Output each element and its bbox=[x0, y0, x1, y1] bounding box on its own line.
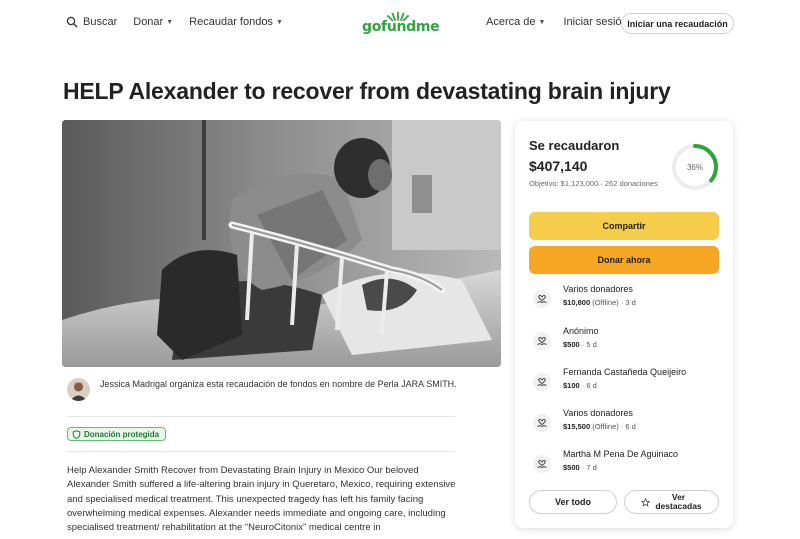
donation-item: Fernanda Castañeda Queijeiro $100 · 6 d bbox=[533, 367, 723, 397]
nav-left: Buscar Donar ▼ Recaudar fondos ▼ bbox=[66, 16, 299, 28]
divider bbox=[67, 416, 455, 417]
start-fundraiser-button[interactable]: Iniciar una recaudación bbox=[621, 13, 734, 34]
search-label: Buscar bbox=[83, 16, 118, 28]
donation-item: Anónimo $500 · 5 d bbox=[533, 326, 723, 356]
donation-item: Varios donadores $10,800 (Offline) · 3 d bbox=[533, 284, 723, 314]
raised-amount: $407,140 bbox=[529, 158, 588, 174]
organizer-avatar[interactable] bbox=[67, 378, 90, 401]
about-menu-label: Acerca de bbox=[486, 16, 536, 28]
star-icon bbox=[640, 497, 650, 507]
site-header: Buscar Donar ▼ Recaudar fondos ▼ gofundm… bbox=[0, 0, 800, 48]
donation-item: Martha M Pena De Aguinaco $500 · 7 d bbox=[533, 449, 723, 479]
fundraise-menu[interactable]: Recaudar fondos ▼ bbox=[189, 16, 283, 28]
campaign-photo[interactable] bbox=[62, 120, 501, 367]
donation-heart-hand-icon bbox=[533, 455, 551, 473]
login-link[interactable]: Iniciar sesión bbox=[563, 16, 627, 28]
page-title: HELP Alexander to recover from devastati… bbox=[63, 78, 671, 104]
logo-text: gofundme bbox=[362, 19, 440, 35]
see-top-button[interactable]: Ver destacadas bbox=[624, 490, 719, 514]
fundraise-menu-label: Recaudar fondos bbox=[189, 16, 273, 28]
donation-amount: $500 bbox=[563, 463, 580, 472]
chevron-down-icon: ▼ bbox=[538, 18, 546, 26]
login-label: Iniciar sesión bbox=[563, 16, 628, 28]
donate-menu[interactable]: Donar ▼ bbox=[133, 16, 173, 28]
progress-percent: 36% bbox=[686, 162, 703, 172]
campaign-photo-image bbox=[62, 120, 501, 367]
donation-amount: $10,800 bbox=[563, 298, 591, 307]
goal-and-donations: Objetivo: $1,123,000 · 262 donaciones bbox=[529, 179, 658, 188]
donation-meta: $10,800 (Offline) · 3 d bbox=[563, 298, 636, 307]
see-top-label: Ver destacadas bbox=[655, 492, 702, 511]
see-all-button[interactable]: Ver todo bbox=[529, 490, 617, 514]
donor-name: Fernanda Castañeda Queijeiro bbox=[563, 367, 687, 377]
search-icon bbox=[66, 16, 78, 28]
share-button[interactable]: Compartir bbox=[529, 212, 719, 240]
donation-heart-hand-icon bbox=[533, 290, 551, 308]
chevron-down-icon: ▼ bbox=[275, 18, 283, 26]
shield-icon bbox=[72, 429, 81, 439]
protected-label: Donación protegida bbox=[84, 429, 160, 439]
donation-meta: $500 · 7 d bbox=[563, 463, 597, 472]
gofundme-logo[interactable]: gofundme bbox=[362, 11, 440, 37]
divider bbox=[67, 451, 455, 452]
donation-meta: $100 · 6 d bbox=[563, 381, 597, 390]
donation-heart-hand-icon bbox=[533, 332, 551, 350]
donor-name: Varios donadores bbox=[563, 408, 633, 418]
organizer-info: Jessica Madrigal organiza esta recaudaci… bbox=[67, 378, 467, 401]
donate-menu-label: Donar bbox=[133, 16, 164, 28]
search-button[interactable]: Buscar bbox=[66, 16, 117, 28]
donor-name: Martha M Pena De Aguinaco bbox=[563, 449, 679, 459]
donor-name: Varios donadores bbox=[563, 284, 633, 294]
raised-label: Se recaudaron bbox=[529, 138, 620, 153]
donor-name: Anónimo bbox=[563, 326, 599, 336]
donation-item: Varios donadores $15,500 (Offline) · 6 d bbox=[533, 408, 723, 438]
donation-detail: · 6 d bbox=[579, 381, 597, 390]
donation-detail: (Offline) · 6 d bbox=[590, 422, 636, 431]
campaign-story: Help Alexander Smith Recover from Devast… bbox=[67, 465, 456, 534]
donation-amount: $100 bbox=[563, 381, 580, 390]
donation-meta: $500 · 5 d bbox=[563, 340, 597, 349]
donation-amount: $15,500 bbox=[563, 422, 591, 431]
donate-now-button[interactable]: Donar ahora bbox=[529, 246, 719, 274]
donation-meta: $15,500 (Offline) · 6 d bbox=[563, 422, 636, 431]
donation-protected-badge[interactable]: Donación protegida bbox=[67, 427, 167, 441]
donation-panel: Se recaudaron $407,140 Objetivo: $1,123,… bbox=[515, 121, 733, 528]
donation-detail: · 7 d bbox=[579, 463, 597, 472]
donation-heart-hand-icon bbox=[533, 373, 551, 391]
donation-heart-hand-icon bbox=[533, 414, 551, 432]
donation-amount: $500 bbox=[563, 340, 580, 349]
about-menu[interactable]: Acerca de ▼ bbox=[486, 16, 545, 28]
donation-detail: · 5 d bbox=[579, 340, 597, 349]
donation-detail: (Offline) · 3 d bbox=[590, 298, 636, 307]
chevron-down-icon: ▼ bbox=[166, 18, 174, 26]
organizer-text: Jessica Madrigal organiza esta recaudaci… bbox=[100, 379, 457, 389]
